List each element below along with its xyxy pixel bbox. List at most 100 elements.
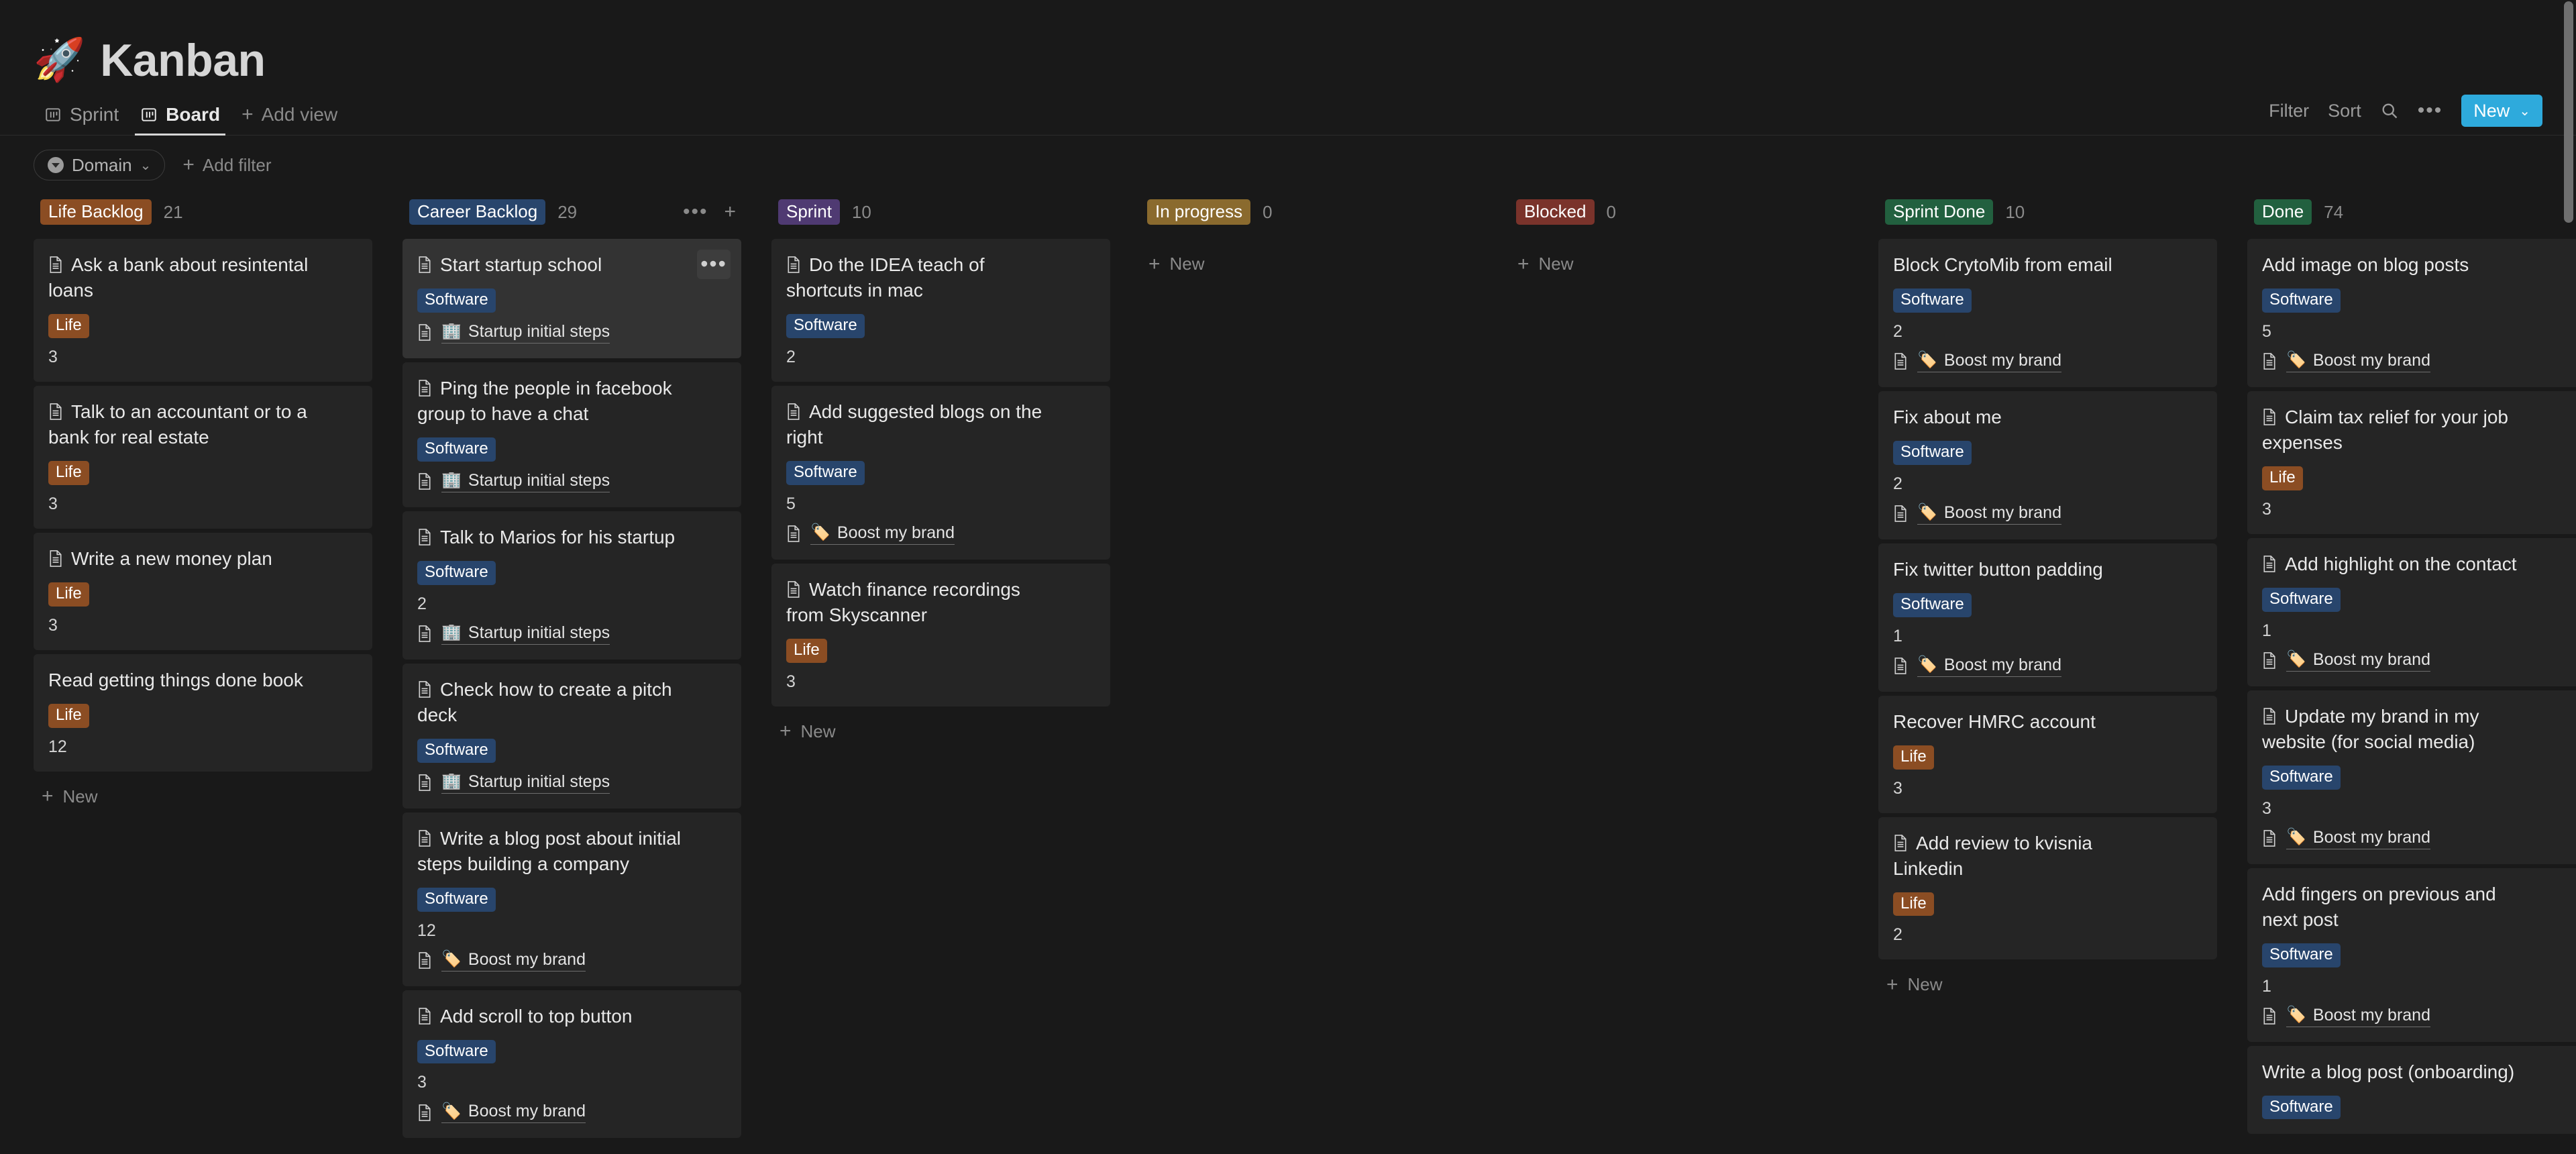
add-card-button[interactable]: + New [1140,239,1479,274]
relation-link[interactable]: 🏷️ Boost my brand [2286,1006,2430,1027]
card-tag[interactable]: Software [2262,1095,2341,1120]
card-tag[interactable]: Software [417,288,496,313]
label-tag-icon: 🏷️ [2286,351,2306,370]
kanban-card[interactable]: Write a new money plan Life 3 [34,532,372,650]
kanban-card[interactable]: Talk to Marios for his startup Software 2 🏢… [402,511,741,660]
document-icon [417,1104,432,1122]
column-count: 74 [2324,201,2344,222]
sort-button[interactable]: Sort [2328,101,2361,121]
relation-link[interactable]: 🏷️ Boost my brand [2286,351,2430,372]
kanban-card[interactable]: Fix twitter button padding Software 1 🏷️ Boo… [1878,543,2217,692]
document-icon [2262,829,2277,847]
kanban-card[interactable]: Ping the people in facebook group to hav… [402,362,741,507]
chevron-down-icon[interactable]: ⌄ [2516,103,2540,119]
card-title: Start startup school [417,252,727,278]
card-tag[interactable]: Software [1893,592,1972,617]
relation-link[interactable]: 🏷️ Boost my brand [1917,503,2061,525]
kanban-card[interactable]: Do the IDEA teach of shortcuts in mac Sof… [771,239,1110,382]
card-relation: 🏷️ Boost my brand [2262,828,2571,849]
relation-link[interactable]: 🏷️ Boost my brand [1917,655,2061,677]
card-menu-button[interactable]: ••• [697,250,731,279]
label-tag-icon: 🏷️ [2286,650,2306,669]
kanban-card[interactable]: Update my brand in my website (for socia… [2247,690,2576,864]
relation-link[interactable]: 🏢 Startup initial steps [441,623,610,645]
relation-link[interactable]: 🏢 Startup initial steps [441,772,610,794]
relation-link[interactable]: 🏢 Startup initial steps [441,471,610,492]
card-tag[interactable]: Life [786,639,827,663]
kanban-card[interactable]: Add image on blog posts Software 5 🏷️ Boost … [2247,239,2576,387]
card-title: Ask a bank about resintental loans [48,252,358,303]
tab-board[interactable]: Board [129,104,231,136]
filter-button[interactable]: Filter [2269,101,2309,121]
kanban-card[interactable]: Fix about me Software 2 🏷️ Boost my brand [1878,390,2217,539]
add-card-button[interactable]: + New [771,706,1110,742]
relation-link[interactable]: 🏷️ Boost my brand [441,1102,586,1124]
card-tag[interactable]: Software [417,437,496,462]
card-tag[interactable]: Life [1893,745,1934,770]
card-tag[interactable]: Life [48,461,89,485]
column-count: 21 [163,201,183,222]
rocket-icon: 🚀 [34,37,86,83]
kanban-card[interactable]: Add highlight on the contact Software 1 🏷️ B… [2247,537,2576,686]
card-tag[interactable]: Life [48,703,89,728]
card-tag[interactable]: Life [1893,892,1934,916]
kanban-card[interactable]: Read getting things done book Life 12 [34,653,372,772]
card-tag[interactable]: Software [1893,288,1972,313]
card-tag[interactable]: Software [417,560,496,585]
card-tag[interactable]: Software [417,1039,496,1064]
add-filter-button[interactable]: + Add filter [182,155,271,176]
kanban-card[interactable]: Block CrytoMib from email Software 2 🏷️ Boos… [1878,239,2217,387]
card-tag[interactable]: Software [2262,943,2341,967]
kanban-card[interactable]: Add scroll to top button Software 3 🏷️ Boost… [402,990,741,1139]
card-tag[interactable]: Life [48,582,89,607]
kanban-card[interactable]: Recover HMRC account Life 3 [1878,695,2217,813]
kanban-card[interactable]: Write a blog post about initial steps bu… [402,812,741,986]
ellipsis-icon[interactable]: ••• [683,202,708,222]
relation-link[interactable]: 🏷️ Boost my brand [810,523,955,545]
kanban-card[interactable]: Start startup school ••• Software 🏢 Startup … [402,239,741,358]
kanban-card[interactable]: Add review to kvisnia Linkedin Life 2 [1878,817,2217,960]
vertical-scrollbar[interactable] [2564,1,2573,223]
card-tag[interactable]: Software [786,461,865,485]
card-tag[interactable]: Software [786,314,865,338]
tab-sprint[interactable]: Sprint [34,104,129,135]
card-title-text: Add highlight on the contact [2285,553,2517,574]
add-view-button[interactable]: + Add view [231,104,348,135]
filter-domain[interactable]: Domain ⌄ [34,150,166,180]
card-relation: 🏢 Startup initial steps [417,772,727,794]
plus-icon[interactable]: + [724,202,736,222]
card-tag[interactable]: Software [417,738,496,763]
card-relation: 🏢 Startup initial steps [417,471,727,492]
relation-link[interactable]: 🏷️ Boost my brand [2286,828,2430,849]
card-tag[interactable]: Life [2262,466,2303,490]
card-tag[interactable]: Life [48,314,89,338]
kanban-card[interactable]: Add fingers on previous and next post Sof… [2247,868,2576,1042]
card-estimate: 1 [2262,976,2271,996]
relation-link[interactable]: 🏷️ Boost my brand [1917,351,2061,372]
card-title: Ping the people in facebook group to hav… [417,376,727,427]
add-card-button[interactable]: + New [34,772,372,807]
plus-icon: + [1886,973,1898,996]
relation-link[interactable]: 🏷️ Boost my brand [2286,650,2430,672]
card-tag[interactable]: Software [417,887,496,912]
kanban-card[interactable]: Claim tax relief for your job expenses Li… [2247,390,2576,534]
relation-link[interactable]: 🏢 Startup initial steps [441,322,610,344]
kanban-card[interactable]: Check how to create a pitch deck Software… [402,663,741,808]
card-tag-row: Life [48,450,358,485]
kanban-card[interactable]: Write a blog post (onboarding) Software [2247,1045,2576,1135]
add-card-button[interactable]: + New [1509,239,1848,274]
add-card-button[interactable]: + New [1878,959,2217,995]
kanban-card[interactable]: Ask a bank about resintental loans Life 3 [34,239,372,382]
card-tag[interactable]: Software [2262,765,2341,790]
card-tag-row: Life [48,303,358,338]
relation-link[interactable]: 🏷️ Boost my brand [441,950,586,972]
card-tag[interactable]: Software [1893,440,1972,465]
card-tag[interactable]: Software [2262,587,2341,612]
card-tag[interactable]: Software [2262,288,2341,313]
kanban-card[interactable]: Watch finance recordings from Skyscanner… [771,563,1110,706]
new-button[interactable]: New ⌄ [2461,95,2542,127]
kanban-card[interactable]: Add suggested blogs on the right Software… [771,385,1110,560]
search-icon[interactable] [2380,101,2399,120]
ellipsis-icon[interactable]: ••• [2418,101,2443,121]
kanban-card[interactable]: Talk to an accountant or to a bank for r… [34,385,372,529]
